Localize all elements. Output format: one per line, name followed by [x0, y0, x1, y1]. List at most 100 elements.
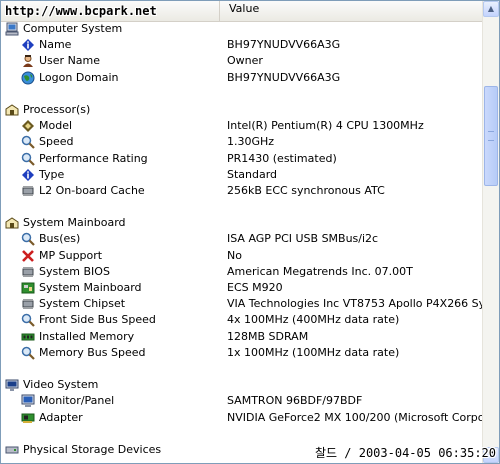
magnifier-icon [21, 346, 35, 360]
processor-category-icon [5, 103, 19, 117]
info-list: Computer System Name BH97YNUDVV66A3G User N… [1, 21, 483, 463]
item-row-monitor-panel[interactable]: Monitor/Panel SAMTRON 96BDF/97BDF [1, 393, 483, 409]
row-value: VIA Technologies Inc VT8753 Apollo P4X26… [227, 297, 483, 311]
item-row-logon-domain[interactable]: Logon Domain BH97YNUDVV66A3G [1, 70, 483, 86]
row-value: Owner [227, 54, 263, 68]
row-value: BH97YNUDVV66A3G [227, 70, 341, 84]
row-spacer [1, 426, 483, 442]
item-row-speed[interactable]: Speed 1.30GHz [1, 134, 483, 150]
row-value: PR1430 (estimated) [227, 151, 337, 165]
row-label: Memory Bus Speed [39, 345, 146, 359]
item-row-user-name[interactable]: User Name Owner [1, 53, 483, 69]
row-label: Type [39, 167, 65, 181]
row-label: Physical Storage Devices [23, 442, 162, 456]
scroll-thumb[interactable] [484, 86, 498, 186]
row-label: Adapter [39, 410, 83, 424]
storage-category-icon [5, 443, 19, 457]
item-row-l2-on-board-cache[interactable]: L2 On-board Cache 256kB ECC synchronous A… [1, 183, 483, 199]
item-row-adapter[interactable]: Adapter NVIDIA GeForce2 MX 100/200 (Micro… [1, 410, 483, 426]
row-value: ECS M920 [227, 281, 283, 294]
row-value: Standard [227, 167, 278, 181]
row-label: Logon Domain [39, 70, 119, 84]
item-row-memory-bus-speed[interactable]: Memory Bus Speed 1x 100MHz (100MHz data r… [1, 345, 483, 361]
row-spacer [1, 86, 483, 102]
scroll-grip-icon [488, 131, 494, 141]
row-label: Model [39, 119, 73, 133]
item-row-system-bios[interactable]: System BIOS American Megatrends Inc. 07.0… [1, 264, 483, 280]
memory-icon [21, 330, 35, 344]
item-row-model[interactable]: Model Intel(R) Pentium(R) 4 CPU 1300MHz [1, 118, 483, 134]
row-value: BH97YNUDVV66A3G [227, 38, 341, 52]
value-column-header[interactable]: Value [221, 1, 483, 21]
watermark-url: http://www.bcpark.net [5, 4, 157, 18]
row-label: Installed Memory [39, 329, 135, 343]
cpu-icon [21, 119, 35, 133]
signature-stamp: 찰드 / 2003-04-05 06:35:20 [314, 446, 496, 460]
row-label: Video System [23, 378, 99, 392]
row-label: System Mainboard [23, 216, 126, 230]
row-label: L2 On-board Cache [39, 183, 145, 197]
row-spacer [1, 199, 483, 215]
row-value: NVIDIA GeForce2 MX 100/200 (Microsoft Co… [227, 410, 483, 424]
monitor-icon [21, 394, 35, 408]
row-label: Processor(s) [23, 102, 91, 116]
adapter-icon [21, 411, 35, 425]
item-row-performance-rating[interactable]: Performance Rating PR1430 (estimated) [1, 151, 483, 167]
item-row-front-side-bus-speed[interactable]: Front Side Bus Speed 4x 100MHz (400MHz da… [1, 312, 483, 328]
category-row-processor-s[interactable]: Processor(s) [1, 102, 483, 118]
row-spacer [1, 361, 483, 377]
mainboard-icon [21, 281, 35, 295]
video-category-icon [5, 378, 19, 392]
item-row-type[interactable]: Type Standard [1, 167, 483, 183]
row-label: User Name [39, 54, 101, 68]
item-row-mp-support[interactable]: MP Support No [1, 248, 483, 264]
column-header: http://www.bcpark.net Value [1, 1, 483, 22]
row-value: No [227, 248, 242, 262]
row-value: 1.30GHz [227, 135, 275, 149]
row-label: System Mainboard [39, 281, 142, 294]
chip-icon [21, 265, 35, 279]
info-icon [21, 38, 35, 52]
chip-icon [21, 184, 35, 198]
item-row-bus-es[interactable]: Bus(es) ISA AGP PCI USB SMBus/i2c [1, 231, 483, 247]
row-label: System Chipset [39, 297, 126, 311]
magnifier-icon [21, 135, 35, 150]
globe-icon [21, 71, 35, 85]
row-label: System BIOS [39, 264, 110, 278]
category-row-video-system[interactable]: Video System [1, 377, 483, 393]
mainboard-category-icon [5, 216, 19, 230]
row-label: Bus(es) [39, 232, 81, 246]
magnifier-icon [21, 313, 35, 328]
row-value: Intel(R) Pentium(R) 4 CPU 1300MHz [227, 119, 424, 133]
row-value: 128MB SDRAM [227, 329, 309, 343]
row-label: Speed [39, 135, 74, 149]
row-value: 1x 100MHz (100MHz data rate) [227, 345, 400, 359]
row-value: American Megatrends Inc. 07.00T [227, 264, 413, 278]
item-column-header[interactable]: http://www.bcpark.net [1, 1, 220, 21]
row-label: Performance Rating [39, 151, 148, 165]
row-label: Computer System [23, 22, 123, 35]
magnifier-icon [21, 152, 35, 166]
item-row-system-mainboard[interactable]: System Mainboard ECS M920 [1, 280, 483, 296]
computer-icon [5, 22, 19, 36]
row-value: 256kB ECC synchronous ATC [227, 183, 385, 197]
item-row-name[interactable]: Name BH97YNUDVV66A3G [1, 37, 483, 53]
row-label: Name [39, 38, 72, 52]
row-value: 4x 100MHz (400MHz data rate) [227, 313, 400, 327]
category-row-system-mainboard[interactable]: System Mainboard [1, 215, 483, 231]
chip-icon [21, 297, 35, 311]
category-row-computer-system[interactable]: Computer System [1, 21, 483, 37]
vertical-scrollbar[interactable]: ▲ ▼ [482, 1, 499, 463]
scroll-up-button[interactable]: ▲ [483, 1, 499, 17]
red-x-icon [21, 249, 35, 263]
user-icon [21, 54, 35, 68]
row-label: MP Support [39, 248, 103, 262]
info-icon [21, 168, 35, 182]
item-row-system-chipset[interactable]: System Chipset VIA Technologies Inc VT875… [1, 296, 483, 312]
row-value: SAMTRON 96BDF/97BDF [227, 394, 363, 408]
magnifier-icon [21, 232, 35, 247]
row-label: Monitor/Panel [39, 394, 115, 408]
info-window: http://www.bcpark.net Value Computer Sys… [0, 0, 500, 464]
row-value: ISA AGP PCI USB SMBus/i2c [227, 232, 379, 246]
item-row-installed-memory[interactable]: Installed Memory 128MB SDRAM [1, 329, 483, 345]
